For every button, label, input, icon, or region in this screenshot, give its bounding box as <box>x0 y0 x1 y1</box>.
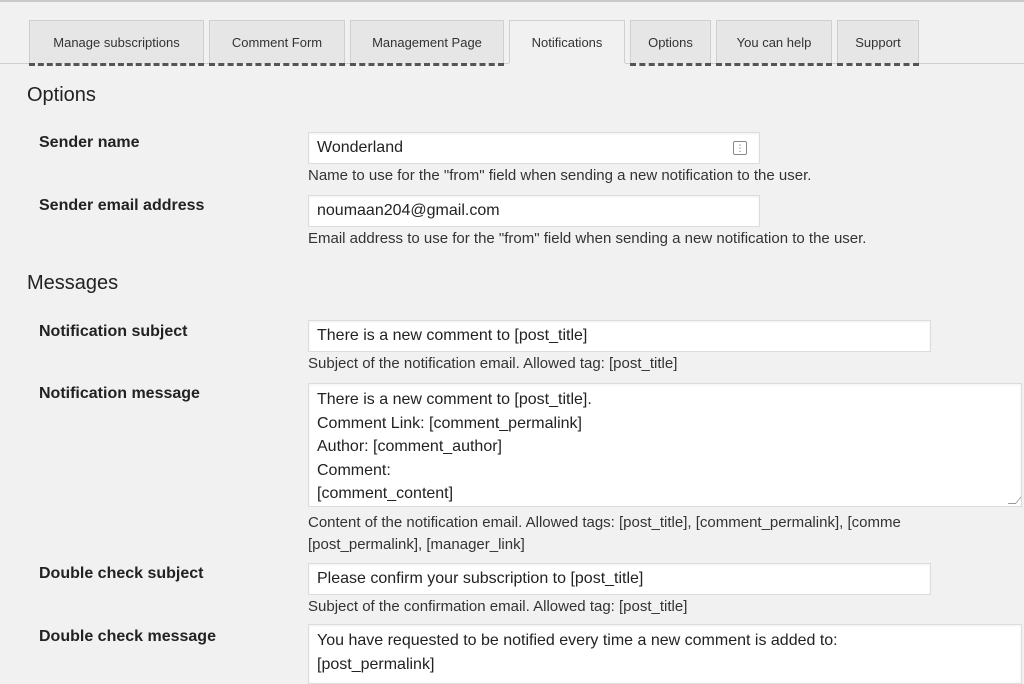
sender-name-description: Name to use for the "from" field when se… <box>308 167 812 184</box>
notification-message-description: Content of the notification email. Allow… <box>308 514 901 531</box>
sender-email-description: Email address to use for the "from" fiel… <box>308 230 867 247</box>
double-check-subject-input[interactable]: Please confirm your subscription to [pos… <box>308 563 931 595</box>
notification-message-description-continued: [post_permalink], [manager_link] <box>308 536 525 553</box>
notification-message-line: There is a new comment to [post_title]. <box>317 391 592 408</box>
double-check-message-textarea[interactable]: You have requested to be notified every … <box>308 624 1022 684</box>
tab-manage-subscriptions[interactable]: Manage subscriptions <box>29 20 204 66</box>
autofill-icon[interactable]: ⋮ <box>733 141 747 155</box>
sender-name-label: Sender name <box>39 134 140 151</box>
tab-support[interactable]: Support <box>837 20 919 66</box>
double-check-message-line: You have requested to be notified every … <box>317 632 838 649</box>
tab-comment-form[interactable]: Comment Form <box>209 20 345 66</box>
messages-heading: Messages <box>27 272 119 294</box>
notification-message-line: [comment_content] <box>317 485 454 502</box>
tab-options[interactable]: Options <box>630 20 711 66</box>
tab-notifications[interactable]: Notifications <box>509 20 625 66</box>
sender-email-value: noumaan204@gmail.com <box>317 202 500 219</box>
double-check-subject-value: Please confirm your subscription to [pos… <box>317 570 644 587</box>
sender-email-input[interactable]: noumaan204@gmail.com <box>308 195 760 227</box>
double-check-subject-label: Double check subject <box>39 565 204 582</box>
notification-message-line: Comment: <box>317 461 391 479</box>
options-heading: Options <box>27 84 96 106</box>
notification-subject-description: Subject of the notification email. Allow… <box>308 355 678 372</box>
double-check-subject-description: Subject of the confirmation email. Allow… <box>308 598 688 615</box>
notification-subject-input[interactable]: There is a new comment to [post_title] <box>308 320 931 352</box>
tab-management-page[interactable]: Management Page <box>350 20 504 66</box>
double-check-message-label: Double check message <box>39 628 216 645</box>
double-check-message-line: [post_permalink] <box>317 655 435 673</box>
notification-message-line: Comment Link: [comment_permalink] <box>317 414 582 432</box>
notification-message-textarea[interactable]: There is a new comment to [post_title]. … <box>308 383 1022 507</box>
tab-you-can-help[interactable]: You can help <box>716 20 832 66</box>
notification-message-label: Notification message <box>39 385 200 402</box>
notification-message-line: Author: [comment_author] <box>317 438 502 455</box>
tab-bar: Manage subscriptions Comment Form Manage… <box>0 0 1024 66</box>
notification-subject-label: Notification subject <box>39 323 188 340</box>
sender-name-value: Wonderland <box>317 139 403 156</box>
sender-email-label: Sender email address <box>39 197 205 214</box>
notification-subject-value: There is a new comment to [post_title] <box>317 327 588 344</box>
sender-name-input[interactable]: Wonderland ⋮ <box>308 132 760 164</box>
